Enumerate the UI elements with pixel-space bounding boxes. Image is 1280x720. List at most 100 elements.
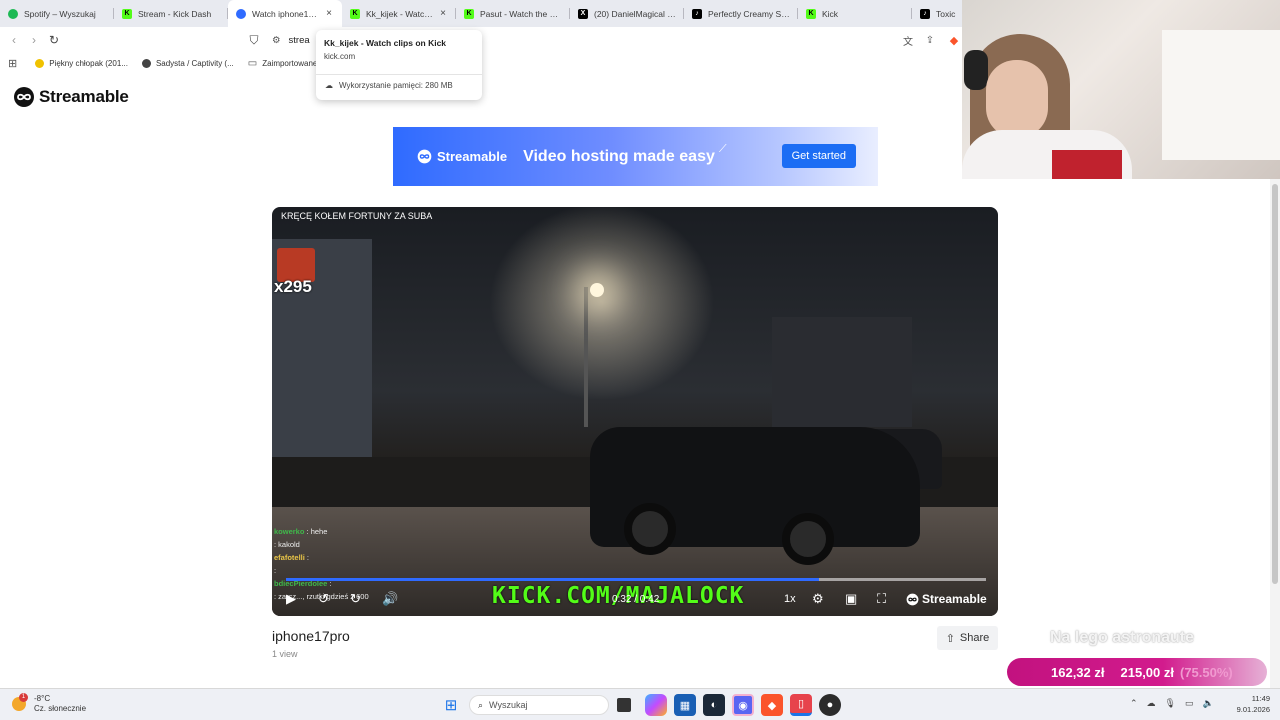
tab-title: Perfectly Creamy Stari xyxy=(708,8,790,19)
video-scene-lamp xyxy=(584,287,588,427)
apps-grid-icon[interactable]: ⊞ xyxy=(8,57,17,70)
bookmark-item[interactable]: Sadysta / Captivity (... xyxy=(141,58,234,68)
hover-card-domain: kick.com xyxy=(324,52,356,61)
kick-icon: K xyxy=(464,8,474,19)
browser-tab[interactable]: ♪ Perfectly Creamy Stari xyxy=(684,0,798,27)
reload-icon[interactable]: ↻ xyxy=(44,30,64,50)
browser-tab[interactable]: K Kick xyxy=(798,0,912,27)
windows-start-icon[interactable]: ⊞ xyxy=(440,694,462,716)
tiktok-icon: ♪ xyxy=(692,8,702,19)
goal-percent: (75.50%) xyxy=(1180,664,1233,680)
browser-tab[interactable]: X (20) DanielMagical (@ xyxy=(570,0,684,27)
webcam-sleeve xyxy=(1052,150,1122,179)
player-brand-text: Streamable xyxy=(922,592,987,606)
play-icon[interactable]: ▶ xyxy=(286,591,296,607)
playback-speed-button[interactable]: 1x xyxy=(784,593,796,605)
close-tab-icon[interactable]: × xyxy=(438,8,448,19)
hover-card-title: Kk_kijek - Watch clips on Kick xyxy=(324,38,447,48)
browser-tab[interactable]: K Pasut - Watch the VOD xyxy=(456,0,570,27)
promo-banner[interactable]: Streamable Video hosting made easy ⟋ Get… xyxy=(393,127,878,186)
system-clock[interactable]: 11:49 9.01.2026 xyxy=(1232,693,1270,715)
network-icon[interactable]: ▭ xyxy=(1185,698,1194,709)
banner-logo: Streamable xyxy=(417,149,507,164)
active-app-icon[interactable]: ▯ xyxy=(790,694,812,716)
share-button[interactable]: ⇧ Share xyxy=(937,626,998,650)
back-icon[interactable]: ‹ xyxy=(4,30,24,50)
weather-temp: -8°C xyxy=(34,694,51,703)
discord-icon[interactable]: ◉ xyxy=(732,694,754,716)
browser-tab[interactable]: K Kk_kijek - Watch c × xyxy=(342,0,456,27)
scrollbar-thumb[interactable] xyxy=(1272,184,1278,584)
video-scene-wheel xyxy=(624,503,676,555)
player-brand[interactable]: Streamable xyxy=(906,592,987,606)
tab-title: Kick xyxy=(822,8,839,19)
onedrive-icon[interactable]: ☁ xyxy=(1147,698,1156,709)
volume-icon[interactable]: 🔊 xyxy=(382,591,398,607)
chat-message: : xyxy=(274,564,369,577)
progress-bar[interactable] xyxy=(286,578,986,581)
rewind-icon[interactable]: ↺ xyxy=(318,591,329,607)
steam-icon[interactable]: ◐ xyxy=(703,694,725,716)
forward-icon[interactable]: › xyxy=(24,30,44,50)
browser-tab[interactable]: K Stream - Kick Dash xyxy=(114,0,228,27)
picture-in-picture-icon[interactable]: ▣ xyxy=(845,591,857,607)
memory-icon: ☁ xyxy=(325,81,333,90)
settings-gear-icon[interactable]: ⚙ xyxy=(812,591,824,607)
tab-title: Spotify – Wyszukaj xyxy=(24,8,96,19)
view-count: 1 view xyxy=(272,649,298,659)
tray-chevron-icon[interactable]: ⌃ xyxy=(1130,698,1138,709)
browser-tab[interactable]: Spotify – Wyszukaj xyxy=(0,0,114,27)
taskbar-search[interactable]: ⌕ Wyszukaj xyxy=(469,695,609,715)
store-icon[interactable]: ▦ xyxy=(674,694,696,716)
brave-icon[interactable]: ◆ xyxy=(761,694,783,716)
emote-combo: x295 xyxy=(274,277,312,296)
weather-widget[interactable]: 1 -8°C Cz. słonecznie xyxy=(12,693,87,714)
translate-icon[interactable]: 文 xyxy=(898,30,918,50)
streamable-logo[interactable]: Streamable xyxy=(13,86,129,108)
obs-icon[interactable]: ● xyxy=(819,694,841,716)
webcam-headset xyxy=(964,50,988,90)
mic-icon[interactable]: 🎙 xyxy=(1165,698,1176,709)
chat-message: kowerko : hehe xyxy=(274,525,369,538)
close-tab-icon[interactable]: × xyxy=(324,8,334,19)
tiktok-icon: ♪ xyxy=(920,8,930,19)
site-info-icon[interactable]: ⚙ xyxy=(272,35,281,46)
browser-tab[interactable]: Watch iphone17pro × xyxy=(228,0,342,27)
share-page-icon[interactable]: ⇪ xyxy=(920,30,940,50)
fullscreen-icon[interactable]: ⛶ xyxy=(877,591,886,607)
video-scene-building xyxy=(772,317,912,427)
memory-text: Wykorzystanie pamięci: 280 MB xyxy=(339,81,453,90)
search-icon: ⌕ xyxy=(478,699,484,710)
bookmark-item[interactable]: Piękny chłopak (201... xyxy=(35,58,128,68)
get-started-button[interactable]: Get started xyxy=(781,144,856,168)
spotify-icon xyxy=(8,8,18,19)
bookmark-icon xyxy=(35,58,45,68)
brave-shield-icon[interactable]: ◆ xyxy=(944,30,964,50)
task-view-icon[interactable] xyxy=(617,698,631,712)
copilot-icon[interactable] xyxy=(645,694,667,716)
video-player[interactable]: KRĘCĘ KOŁEM FORTUNY ZA SUBA x295 kowerko… xyxy=(272,207,998,616)
stream-caption: Na lego astronaute xyxy=(1050,629,1195,646)
bookmark-folder[interactable]: ▭ Zaimportowane xyxy=(248,58,318,69)
chat-message: : kakold xyxy=(274,538,369,551)
stream-overlay-title: KRĘCĘ KOŁEM FORTUNY ZA SUBA xyxy=(281,211,433,221)
logo-text: Streamable xyxy=(39,87,129,106)
speaker-icon[interactable]: 🔈 xyxy=(1203,698,1214,709)
chat-username: kowerko xyxy=(274,527,305,536)
tab-title: Pasut - Watch the VOD xyxy=(480,8,562,19)
forward-skip-icon[interactable]: ↻ xyxy=(350,591,361,607)
chat-text: hehe xyxy=(310,527,328,536)
video-scene-wheel xyxy=(782,513,834,565)
donation-goal-bar: 162,32 zł 215,00 zł (75.50%) xyxy=(1007,658,1267,686)
weather-desc: Cz. słonecznie xyxy=(34,704,87,713)
video-scene-lamp-light xyxy=(590,283,604,297)
sparkle-icon: ⟋ xyxy=(718,143,727,155)
taskbar-apps: ⊞ ⌕ Wyszukaj ▦ ◐ ◉ ◆ ▯ ● xyxy=(440,694,848,716)
weather-sun-icon: 1 xyxy=(12,693,28,711)
tab-title: Watch iphone17pro xyxy=(252,8,320,19)
webcam-overlay xyxy=(962,0,1280,179)
video-controls: ▶ ↺ ↻ 🔊 0:32 / 0:42 1x ⚙ ▣ ⛶ Streamable xyxy=(272,585,998,613)
page-scrollbar[interactable] xyxy=(1270,178,1280,688)
chat-message: efafotelli : xyxy=(274,551,369,564)
streamable-logo-icon xyxy=(14,87,34,107)
